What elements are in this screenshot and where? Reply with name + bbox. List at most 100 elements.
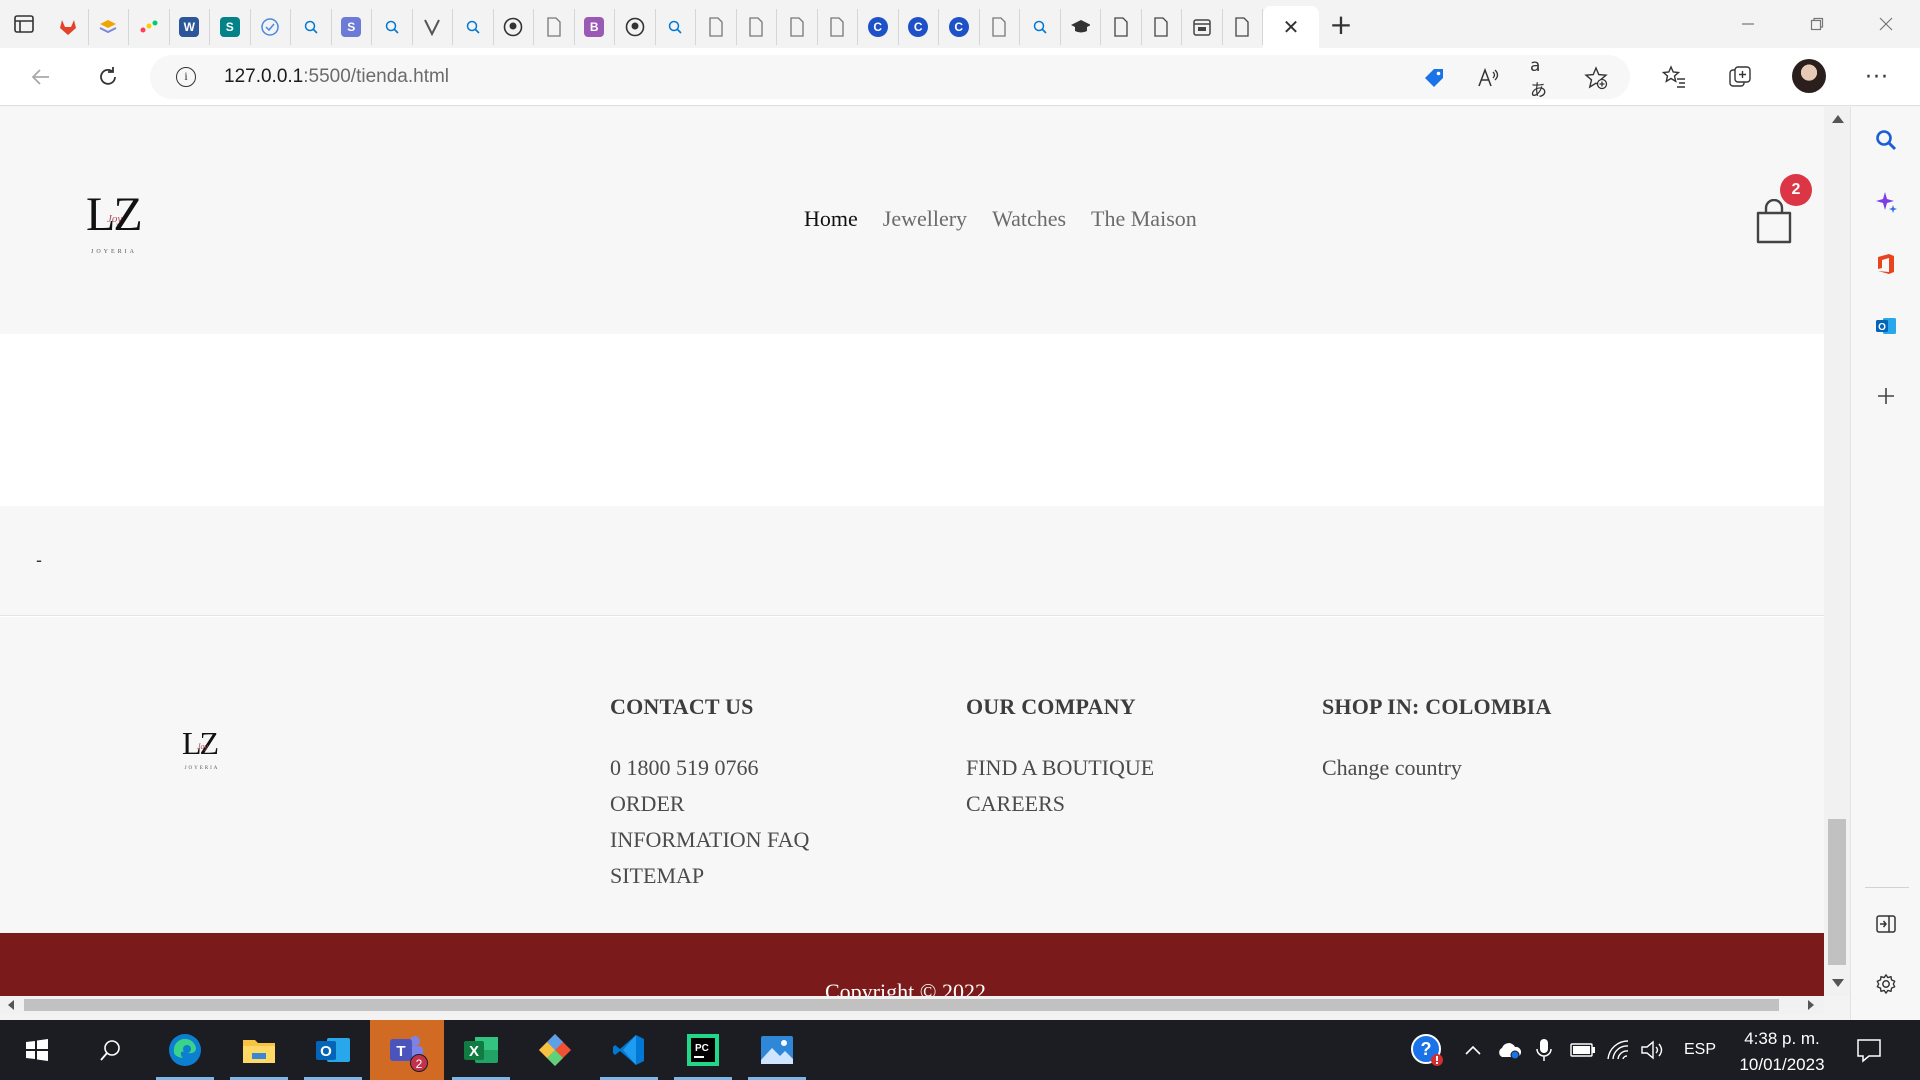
browser-tab-8[interactable]: S xyxy=(332,9,372,45)
minimize-button[interactable] xyxy=(1713,0,1782,48)
browser-tab-18[interactable] xyxy=(737,9,777,45)
browser-tab-29[interactable] xyxy=(1182,9,1223,45)
new-tab-button[interactable]: + xyxy=(1319,4,1363,44)
nav-jewellery[interactable]: Jewellery xyxy=(883,206,967,232)
footer-logo[interactable]: LZ Joy JOYERIA xyxy=(182,725,222,771)
browser-tab-20[interactable] xyxy=(818,9,858,45)
browser-tab-30[interactable] xyxy=(1223,9,1263,45)
wifi-tray-icon[interactable] xyxy=(1606,1020,1630,1080)
scroll-down-arrow-icon[interactable] xyxy=(1832,979,1844,987)
footer-find-boutique-link[interactable]: FIND A BOUTIQUE xyxy=(966,750,1154,786)
start-button[interactable] xyxy=(0,1020,74,1080)
taskbar-outlook[interactable]: O xyxy=(296,1020,370,1080)
browser-tab-25[interactable] xyxy=(1020,9,1061,45)
settings-more-button[interactable]: ··· xyxy=(1862,62,1892,92)
horizontal-scrollbar[interactable] xyxy=(0,996,1824,1014)
footer-change-country-link[interactable]: Change country xyxy=(1322,750,1552,786)
sidebar-outlook-button[interactable]: O xyxy=(1871,311,1901,341)
close-tab-icon[interactable]: ✕ xyxy=(1283,15,1300,39)
browser-tab-27[interactable] xyxy=(1101,9,1142,45)
address-bar[interactable]: i 127.0.0.1:5500/tienda.html aあ xyxy=(150,55,1630,101)
notifications-button[interactable] xyxy=(1856,1020,1882,1080)
taskbar-file-explorer[interactable] xyxy=(222,1020,296,1080)
taskbar-pycharm[interactable]: PC xyxy=(666,1020,740,1080)
browser-tab-17[interactable] xyxy=(696,9,737,45)
browser-tab-13[interactable] xyxy=(534,9,575,45)
shopping-tag-icon[interactable] xyxy=(1422,66,1446,90)
add-favorite-icon[interactable] xyxy=(1584,66,1608,90)
browser-tab-28[interactable] xyxy=(1142,9,1182,45)
browser-tab-14[interactable]: B xyxy=(575,9,615,45)
footer-careers-link[interactable]: CAREERS xyxy=(966,786,1154,822)
browser-tab-16[interactable] xyxy=(656,9,696,45)
close-window-button[interactable] xyxy=(1851,0,1920,48)
restore-button[interactable] xyxy=(1782,0,1851,48)
onedrive-tray-icon[interactable] xyxy=(1496,1020,1522,1080)
browser-tab-21[interactable]: C xyxy=(858,9,899,45)
sidebar-copilot-button[interactable] xyxy=(1871,187,1901,217)
browser-tab-4[interactable]: W xyxy=(170,9,210,45)
browser-tab-1[interactable] xyxy=(48,9,89,45)
browser-tab-7[interactable] xyxy=(291,9,332,45)
browser-tab-3[interactable] xyxy=(129,9,170,45)
nav-watches[interactable]: Watches xyxy=(992,206,1066,232)
browser-tab-2[interactable] xyxy=(89,9,129,45)
hide-sidebar-button[interactable] xyxy=(1871,909,1901,939)
footer-phone[interactable]: 0 1800 519 0766 xyxy=(610,750,809,786)
vertical-scrollbar[interactable] xyxy=(1824,107,1850,996)
scroll-right-arrow-icon[interactable] xyxy=(1808,1000,1814,1010)
tab-actions-button[interactable] xyxy=(0,0,48,48)
sidebar-search-button[interactable] xyxy=(1871,125,1901,155)
browser-tab-12[interactable] xyxy=(494,9,534,45)
language-indicator[interactable]: ESP xyxy=(1684,1020,1716,1080)
sidebar-settings-button[interactable] xyxy=(1871,969,1901,999)
browser-tab-15[interactable] xyxy=(615,9,656,45)
browser-tab-6[interactable] xyxy=(251,9,291,45)
footer-sitemap-link[interactable]: SITEMAP xyxy=(610,858,809,894)
browser-tab-11[interactable] xyxy=(453,9,494,45)
taskbar-git[interactable] xyxy=(518,1020,592,1080)
browser-tab-26[interactable] xyxy=(1061,9,1101,45)
taskbar-search-button[interactable] xyxy=(74,1020,148,1080)
browser-tab-24[interactable] xyxy=(980,9,1020,45)
taskbar-edge[interactable] xyxy=(148,1020,222,1080)
sidebar-office-button[interactable] xyxy=(1871,249,1901,279)
taskbar-excel[interactable]: X xyxy=(444,1020,518,1080)
profile-avatar[interactable] xyxy=(1792,59,1826,93)
footer-faq-link[interactable]: INFORMATION FAQ xyxy=(610,822,809,858)
browser-tab-5[interactable]: S xyxy=(210,9,251,45)
taskbar-photos[interactable] xyxy=(740,1020,814,1080)
taskbar-clock[interactable]: 4:38 p. m. 10/01/2023 xyxy=(1730,1026,1834,1078)
translate-icon[interactable]: aあ xyxy=(1530,56,1554,101)
browser-tab-19[interactable] xyxy=(777,9,818,45)
favorites-button[interactable] xyxy=(1659,62,1689,92)
show-hidden-icons-button[interactable] xyxy=(1464,1020,1482,1080)
horizontal-scroll-thumb[interactable] xyxy=(24,999,1779,1011)
sidebar-add-button[interactable] xyxy=(1871,381,1901,411)
taskbar-vscode[interactable] xyxy=(592,1020,666,1080)
nav-the-maison[interactable]: The Maison xyxy=(1091,206,1197,232)
url-text[interactable]: 127.0.0.1:5500/tienda.html xyxy=(224,66,449,88)
battery-tray-icon[interactable] xyxy=(1570,1020,1596,1080)
site-logo[interactable]: LZ Joy JOYERIA xyxy=(86,187,143,255)
browser-tab-9[interactable] xyxy=(372,9,413,45)
footer-order-link[interactable]: ORDER xyxy=(610,786,809,822)
back-button[interactable] xyxy=(26,62,56,92)
help-tray-icon[interactable]: ? xyxy=(1410,1020,1444,1080)
shopping-bag-button[interactable] xyxy=(1754,198,1794,245)
browser-tab-10[interactable] xyxy=(413,9,453,45)
volume-tray-icon[interactable] xyxy=(1640,1020,1666,1080)
browser-tab-23[interactable]: C xyxy=(939,9,980,45)
browser-tab-22[interactable]: C xyxy=(899,9,939,45)
scroll-up-arrow-icon[interactable] xyxy=(1832,115,1844,123)
vertical-scroll-thumb[interactable] xyxy=(1828,819,1846,965)
tab-active-tienda[interactable]: ✕ xyxy=(1263,6,1319,48)
refresh-button[interactable] xyxy=(93,62,123,92)
nav-home[interactable]: Home xyxy=(804,206,858,232)
microphone-tray-icon[interactable] xyxy=(1536,1020,1552,1080)
scroll-left-arrow-icon[interactable] xyxy=(8,1000,14,1010)
taskbar-teams[interactable]: T 2 xyxy=(370,1020,444,1080)
read-aloud-icon[interactable] xyxy=(1476,66,1500,90)
site-info-icon[interactable]: i xyxy=(176,67,196,87)
collections-button[interactable] xyxy=(1725,62,1755,92)
